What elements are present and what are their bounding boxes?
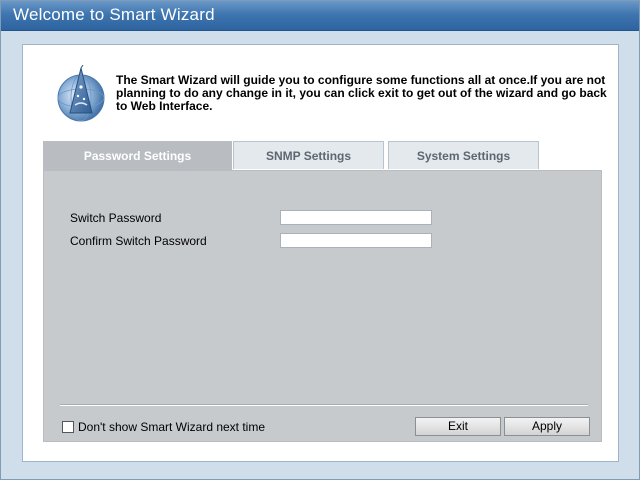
password-settings-panel: Switch Password Confirm Switch Password … — [43, 170, 602, 442]
wizard-content-panel: The Smart Wizard will guide you to confi… — [22, 44, 619, 462]
title-bar: Welcome to Smart Wizard — [1, 1, 639, 31]
settings-tabs: Password Settings SNMP Settings System S… — [43, 141, 543, 171]
dont-show-label[interactable]: Don't show Smart Wizard next time — [78, 420, 265, 434]
window-title: Welcome to Smart Wizard — [13, 5, 215, 24]
intro-description: The Smart Wizard will guide you to confi… — [116, 73, 607, 113]
footer-divider — [60, 405, 588, 406]
confirm-switch-password-input[interactable] — [280, 233, 432, 248]
apply-button[interactable]: Apply — [504, 417, 590, 436]
tab-snmp-settings[interactable]: SNMP Settings — [233, 141, 384, 169]
confirm-switch-password-label: Confirm Switch Password — [70, 234, 207, 248]
tab-system-settings[interactable]: System Settings — [388, 141, 539, 169]
tab-password-settings[interactable]: Password Settings — [43, 141, 232, 171]
switch-password-label: Switch Password — [70, 211, 162, 225]
exit-button[interactable]: Exit — [415, 417, 501, 436]
dont-show-checkbox[interactable] — [62, 421, 74, 433]
smart-wizard-window: Welcome to Smart Wizard The Smart Wizard… — [0, 0, 640, 480]
wizard-hat-icon — [57, 65, 105, 122]
switch-password-input[interactable] — [280, 210, 432, 225]
intro-section: The Smart Wizard will guide you to confi… — [56, 65, 616, 125]
